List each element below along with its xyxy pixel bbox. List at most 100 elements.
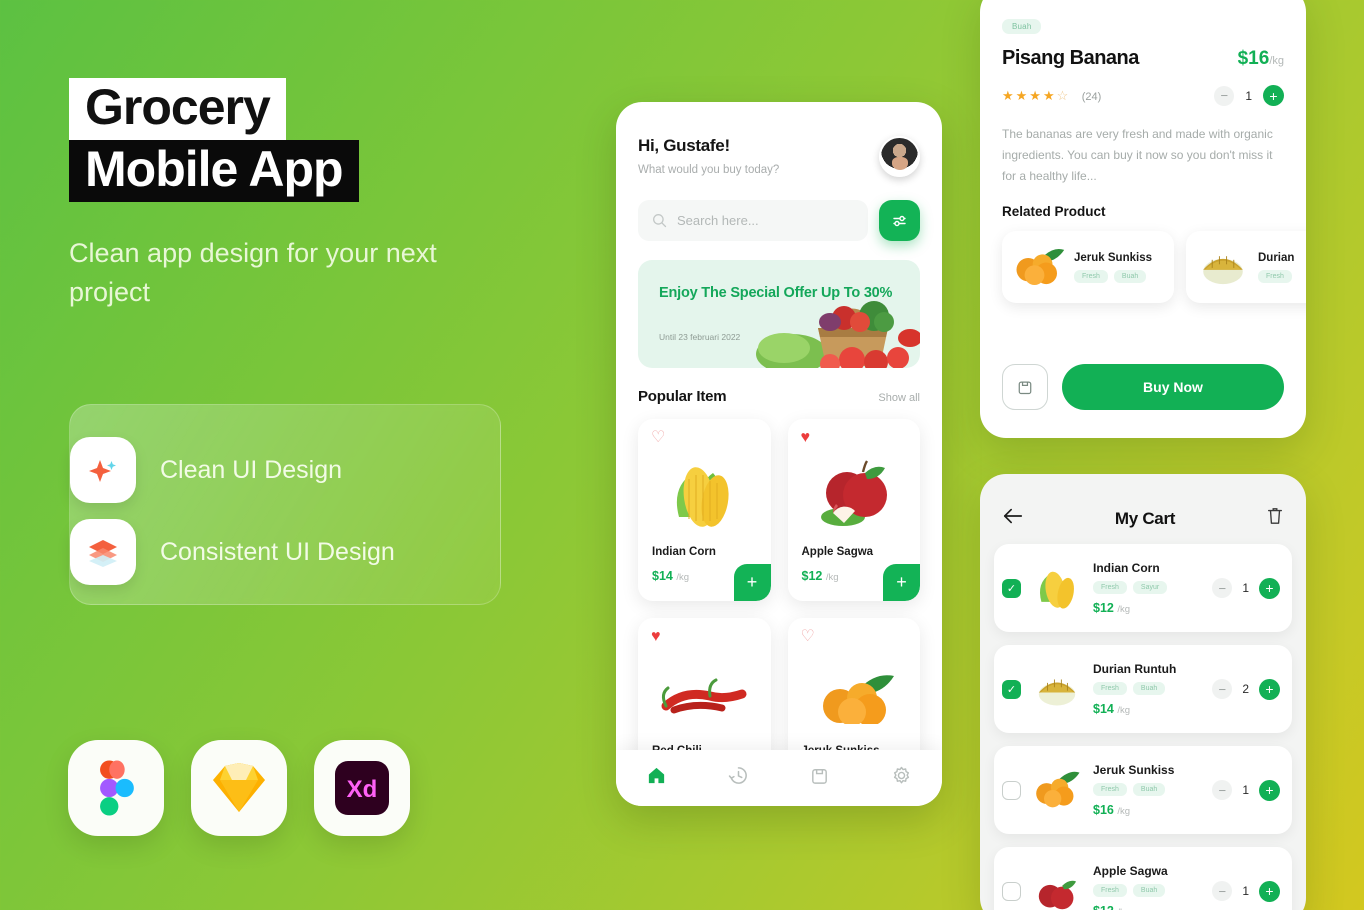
buy-now-button[interactable]: Buy Now (1062, 364, 1284, 410)
decrease-quantity-button[interactable]: − (1212, 679, 1233, 699)
greeting-subtitle: What would you buy today? (638, 164, 780, 176)
search-input[interactable]: Search here... (638, 200, 868, 241)
heart-icon[interactable]: ♡ (801, 629, 815, 645)
feature-label: Consistent UI Design (160, 537, 395, 566)
increase-quantity-button[interactable]: + (1259, 779, 1280, 801)
price-unit: /kg (1117, 705, 1131, 716)
increase-quantity-button[interactable]: + (1259, 577, 1280, 599)
price-value: $12 (1093, 904, 1114, 910)
related-product-title: Related Product (1002, 204, 1106, 219)
promo-banner[interactable]: Enjoy The Special Offer Up To 30% Until … (638, 260, 920, 368)
cart-item-body: Indian Corn Fresh Sayur $12 /kg (1093, 561, 1203, 615)
price-value: $12 (801, 569, 823, 583)
decrease-quantity-button[interactable]: − (1212, 780, 1233, 800)
quantity-stepper: − 1 + (1212, 779, 1280, 801)
tab-history[interactable] (728, 765, 749, 791)
home-icon (649, 767, 665, 784)
product-price: $16/kg (1238, 48, 1284, 70)
price-value: $16 (1093, 803, 1114, 817)
promo-note: Until 23 februari 2022 (659, 332, 741, 342)
hero-section: Grocery Mobile App Clean app design for … (69, 78, 539, 312)
search-icon (653, 214, 667, 228)
product-card[interactable]: ♥ Apple Sagwa $12 /kg + (787, 419, 921, 601)
tab-home[interactable] (646, 765, 667, 791)
product-price: $14 /kg (1093, 702, 1203, 716)
product-image-orange (1030, 763, 1084, 817)
increase-quantity-button[interactable]: + (1259, 678, 1280, 700)
quantity-value: 1 (1242, 884, 1249, 898)
rating-group: ★★★★☆ (24) (1002, 87, 1101, 105)
phone-home-screen: Hi, Gustafe! What would you buy today? S… (616, 102, 942, 806)
product-price: $12 /kg (802, 569, 839, 583)
back-button[interactable] (1002, 507, 1024, 530)
greeting-title: Hi, Gustafe! (638, 136, 730, 155)
product-price: $12 /kg (1093, 904, 1203, 910)
decrease-quantity-button[interactable]: − (1214, 85, 1235, 106)
search-placeholder: Search here... (677, 213, 759, 228)
cart-item-body: Apple Sagwa Fresh Buah $12 /kg (1093, 864, 1203, 910)
increase-quantity-button[interactable]: + (1259, 880, 1280, 902)
decrease-quantity-button[interactable]: − (1212, 881, 1233, 901)
sliders-icon (892, 215, 906, 226)
product-price: $16 /kg (1093, 803, 1203, 817)
cart-item-tags: Fresh Buah (1093, 682, 1203, 695)
delete-all-button[interactable] (1266, 506, 1284, 531)
quantity-value: 1 (1245, 88, 1252, 103)
layers-icon (70, 519, 136, 585)
bottom-tab-bar (616, 750, 942, 806)
tab-settings[interactable] (891, 765, 912, 791)
heart-icon[interactable]: ♡ (651, 430, 665, 446)
decrease-quantity-button[interactable]: − (1212, 578, 1233, 598)
trash-icon (1268, 508, 1282, 524)
cart-item[interactable]: ✓ Indian Corn Fresh Sayur $12 /kg − 1 + (994, 544, 1292, 632)
related-product-tags: Fresh (1258, 269, 1294, 283)
heart-icon[interactable]: ♥ (801, 430, 811, 446)
product-image-corn (1030, 561, 1084, 615)
item-checkbox[interactable]: ✓ (1002, 679, 1021, 699)
quantity-value: 1 (1242, 581, 1249, 595)
rating-row: ★★★★☆ (24) − 1 + (1002, 85, 1284, 106)
add-to-cart-button[interactable]: + (733, 564, 771, 601)
hero-title-line-1: Grocery (69, 78, 286, 140)
item-checkbox[interactable] (1002, 881, 1021, 901)
increase-quantity-button[interactable]: + (1263, 85, 1284, 106)
quantity-stepper: − 1 + (1212, 577, 1280, 599)
price-unit: /kg (825, 572, 839, 583)
product-name: Indian Corn (652, 546, 716, 558)
quantity-stepper: − 1 + (1212, 880, 1280, 902)
product-image-apple (788, 453, 921, 537)
related-product-card[interactable]: Durian Fresh (1186, 231, 1306, 303)
product-detail-panel: Buah Pisang Banana $16/kg ★★★★☆ (24) − 1… (980, 0, 1306, 438)
history-icon (728, 767, 747, 784)
add-to-cart-button[interactable]: + (883, 564, 920, 601)
price-unit: /kg (1269, 55, 1284, 67)
greeting-row: Hi, Gustafe! What would you buy today? (638, 102, 920, 177)
item-checkbox[interactable] (1002, 780, 1021, 800)
page-title: My Cart (1114, 508, 1176, 528)
product-card[interactable]: ♡ Indian Corn $14 /kg + (638, 419, 771, 601)
shopping-bag-icon[interactable] (1002, 364, 1048, 410)
heart-icon[interactable]: ♥ (651, 629, 661, 645)
cart-item-tags: Fresh Sayur (1093, 581, 1203, 594)
detail-footer: Buy Now (1002, 364, 1284, 410)
item-checkbox[interactable]: ✓ (1002, 578, 1021, 598)
category-tag: Buah (1002, 19, 1042, 34)
product-image-durian (1030, 662, 1084, 716)
product-title: Pisang Banana (1002, 47, 1139, 69)
tag: Sayur (1132, 581, 1168, 594)
tag: Fresh (1093, 783, 1127, 796)
filter-button[interactable] (879, 200, 920, 241)
star-rating: ★★★★☆ (1002, 87, 1071, 103)
product-price: $12 /kg (1093, 601, 1203, 615)
product-image-durian (1203, 256, 1243, 285)
cart-panel: My Cart ✓ Indian Corn Fresh Sayur $12 /k… (980, 474, 1306, 910)
tab-bag[interactable] (809, 765, 830, 791)
cart-item[interactable]: ✓ Durian Runtuh Fresh Buah $14 /kg − 2 + (994, 645, 1292, 733)
cart-item[interactable]: Jeruk Sunkiss Fresh Buah $16 /kg − 1 + (994, 746, 1292, 834)
vegetables-illustration (756, 301, 920, 368)
related-product-card[interactable]: Jeruk Sunkiss Fresh Buah (1002, 231, 1174, 303)
tag: Buah (1132, 682, 1166, 695)
show-all-link[interactable]: Show all (878, 392, 920, 404)
avatar[interactable] (879, 136, 920, 177)
cart-item[interactable]: Apple Sagwa Fresh Buah $12 /kg − 1 + (994, 847, 1292, 910)
